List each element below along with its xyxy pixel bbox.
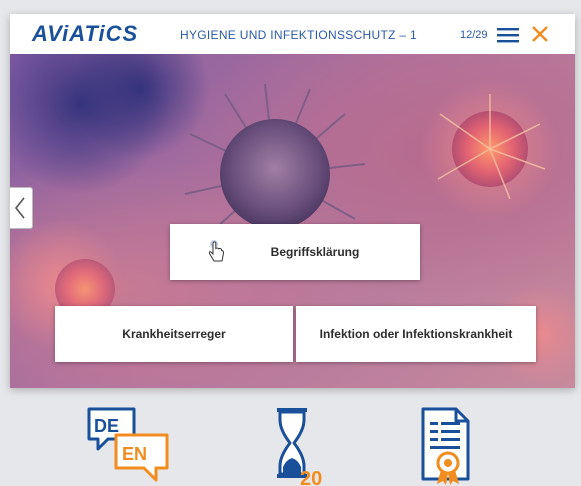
previous-page-button[interactable] — [10, 187, 33, 229]
duration-label: 20 — [300, 468, 322, 486]
content-stage: Begriffsklärung Krankheitserreger Infekt… — [10, 54, 575, 388]
topic-card-begriffsklaerung[interactable]: Begriffsklärung — [170, 224, 420, 280]
topic-card-label: Infektion oder Infektionskrankheit — [319, 327, 513, 341]
hourglass-icon: 20 — [277, 408, 322, 486]
topic-card-infektion[interactable]: Infektion oder Infektionskrankheit — [296, 306, 536, 362]
header-bar: AViATiCS HYGIENE UND INFEKTIONSSCHUTZ – … — [10, 14, 575, 54]
chevron-left-icon — [14, 197, 25, 219]
course-title: HYGIENE UND INFEKTIONSSCHUTZ – 1 — [180, 28, 417, 42]
menu-icon[interactable] — [497, 26, 519, 44]
logo: AViATiCS — [32, 21, 139, 46]
close-icon[interactable] — [530, 24, 550, 44]
lang-primary-label: DE — [94, 416, 119, 436]
topic-card-label: Begriffsklärung — [270, 245, 360, 259]
topic-card-label: Krankheitserreger — [122, 327, 226, 341]
page-counter: 12/29 — [460, 29, 488, 41]
course-player-window: AViATiCS HYGIENE UND INFEKTIONSSCHUTZ – … — [10, 14, 575, 388]
feature-icons-bar: DE EN 20 — [0, 403, 581, 486]
hand-pointer-icon — [208, 240, 225, 262]
certificate-icon — [421, 407, 470, 485]
language-switch-icon: DE EN — [87, 407, 169, 482]
topic-card-krankheitserreger[interactable]: Krankheitserreger — [55, 306, 293, 362]
lang-secondary-label: EN — [122, 444, 147, 464]
